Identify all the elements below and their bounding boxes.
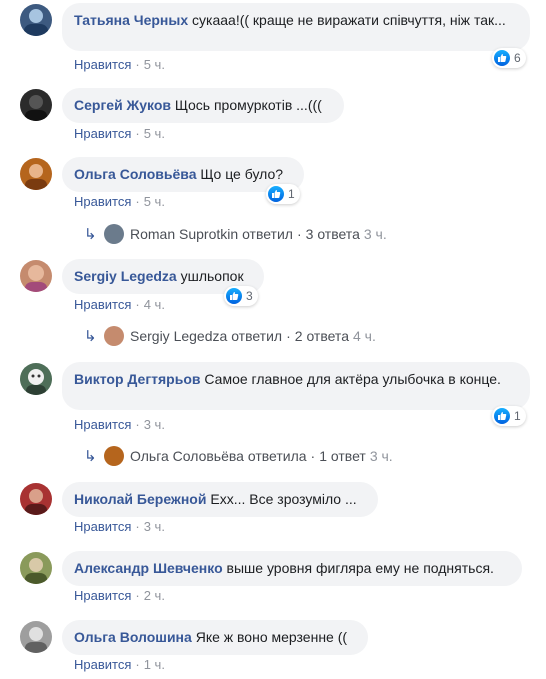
reply-author: Sergiy Legedza: [130, 328, 228, 344]
view-replies[interactable]: ↳ Ольга Соловьёва ответила · 1 ответ 3 ч.: [84, 446, 393, 466]
reply-arrow-icon: ↳: [84, 448, 97, 465]
like-link[interactable]: Нравится: [74, 588, 131, 603]
comment-time[interactable]: 1 ч.: [144, 657, 165, 672]
reply-verb: ответила: [247, 448, 307, 464]
comment-text: ушльопок: [180, 268, 244, 284]
view-replies[interactable]: ↳ Sergiy Legedza ответил · 2 ответа 4 ч.: [84, 326, 376, 346]
comment-actions: Нравится · 3 ч.: [74, 417, 165, 432]
reply-time: 4 ч.: [352, 328, 376, 344]
comment-text: Що це було?: [200, 166, 284, 182]
comment-text: Яке ж воно мерзенне ((: [195, 629, 348, 645]
comment-actions: Нравится · 3 ч.: [74, 519, 165, 534]
comment-time[interactable]: 4 ч.: [144, 297, 165, 312]
comment-actions: Нравится · 4 ч.: [74, 297, 165, 312]
reaction-number: 6: [514, 51, 521, 65]
comment-author[interactable]: Ольга Соловьёва: [74, 166, 197, 182]
comment-text: Ехх... Все зрозуміло ...: [210, 491, 357, 507]
comment-bubble: Николай Бережной Ехх... Все зрозуміло ..…: [62, 482, 378, 517]
comment-actions: Нравится · 5 ч.: [74, 194, 165, 209]
reply-time: 3 ч.: [363, 226, 387, 242]
reaction-number: 1: [514, 409, 521, 423]
comment-time[interactable]: 2 ч.: [144, 588, 165, 603]
reaction-count[interactable]: 1: [266, 184, 300, 204]
avatar[interactable]: [20, 4, 52, 36]
like-link[interactable]: Нравится: [74, 57, 131, 72]
reply-avatar: [104, 326, 124, 346]
comment-actions: Нравится · 2 ч.: [74, 588, 165, 603]
avatar[interactable]: [20, 552, 52, 584]
comment-text: выше уровня фигляра ему не подняться.: [226, 560, 494, 576]
thumbs-up-icon: [494, 408, 510, 424]
comment-author[interactable]: Татьяна Черных: [74, 12, 188, 28]
like-link[interactable]: Нравится: [74, 126, 131, 141]
reply-count: 1 ответ: [319, 448, 366, 464]
reply-arrow-icon: ↳: [84, 226, 97, 243]
comment-author[interactable]: Николай Бережной: [74, 491, 206, 507]
comment-text: Щось промуркотів ...(((: [174, 97, 322, 113]
comment-author[interactable]: Sergiy Legedza: [74, 268, 177, 284]
reaction-count[interactable]: 3: [224, 286, 258, 306]
thumbs-up-icon: [268, 186, 284, 202]
comment-bubble: Сергей Жуков Щось промуркотів ...(((: [62, 88, 344, 123]
thumbs-up-icon: [494, 50, 510, 66]
comment-bubble: Татьяна Черных сукааа!(( краще не виража…: [62, 3, 530, 51]
reply-verb: ответил: [242, 226, 293, 242]
reply-author: Ольга Соловьёва: [130, 448, 244, 464]
avatar[interactable]: [20, 158, 52, 190]
reply-avatar: [104, 224, 124, 244]
comment-actions: Нравится · 5 ч.: [74, 57, 165, 72]
reaction-number: 3: [246, 289, 253, 303]
comment-time[interactable]: 5 ч.: [144, 57, 165, 72]
comment-text: сукааа!(( краще не виражати співчуття, н…: [192, 12, 506, 28]
comment-author[interactable]: Ольга Волошина: [74, 629, 192, 645]
comment-actions: Нравится · 5 ч.: [74, 126, 165, 141]
view-replies[interactable]: ↳ Roman Suprotkin ответил · 3 ответа 3 ч.: [84, 224, 387, 244]
comment-actions: Нравится · 1 ч.: [74, 657, 165, 672]
avatar[interactable]: [20, 483, 52, 515]
like-link[interactable]: Нравится: [74, 519, 131, 534]
reply-verb: ответил: [231, 328, 283, 344]
reply-time: 3 ч.: [369, 448, 393, 464]
comment-time[interactable]: 5 ч.: [144, 126, 165, 141]
comment-bubble: Александр Шевченко выше уровня фигляра е…: [62, 551, 522, 586]
like-link[interactable]: Нравится: [74, 297, 131, 312]
avatar[interactable]: [20, 363, 52, 395]
comment-time[interactable]: 3 ч.: [144, 417, 165, 432]
avatar[interactable]: [20, 89, 52, 121]
comment-bubble: Ольга Волошина Яке ж воно мерзенне ((: [62, 620, 368, 655]
comment-time[interactable]: 3 ч.: [144, 519, 165, 534]
like-link[interactable]: Нравится: [74, 417, 131, 432]
comment-author[interactable]: Виктор Дегтярьов: [74, 371, 201, 387]
comment-time[interactable]: 5 ч.: [144, 194, 165, 209]
like-link[interactable]: Нравится: [74, 194, 131, 209]
comment-text: Самое главное для актёра улыбочка в конц…: [204, 371, 501, 387]
comment-author[interactable]: Сергей Жуков: [74, 97, 171, 113]
reaction-number: 1: [288, 187, 295, 201]
reply-arrow-icon: ↳: [84, 328, 97, 345]
reaction-count[interactable]: 6: [492, 48, 526, 68]
avatar[interactable]: [20, 260, 52, 292]
reply-author: Roman Suprotkin: [130, 226, 239, 242]
reply-count: 3 ответа: [305, 226, 360, 242]
thumbs-up-icon: [226, 288, 242, 304]
like-link[interactable]: Нравится: [74, 657, 131, 672]
reply-avatar: [104, 446, 124, 466]
avatar[interactable]: [20, 621, 52, 653]
reply-count: 2 ответа: [294, 328, 349, 344]
reaction-count[interactable]: 1: [492, 406, 526, 426]
comment-bubble: Виктор Дегтярьов Самое главное для актёр…: [62, 362, 530, 410]
comment-author[interactable]: Александр Шевченко: [74, 560, 223, 576]
